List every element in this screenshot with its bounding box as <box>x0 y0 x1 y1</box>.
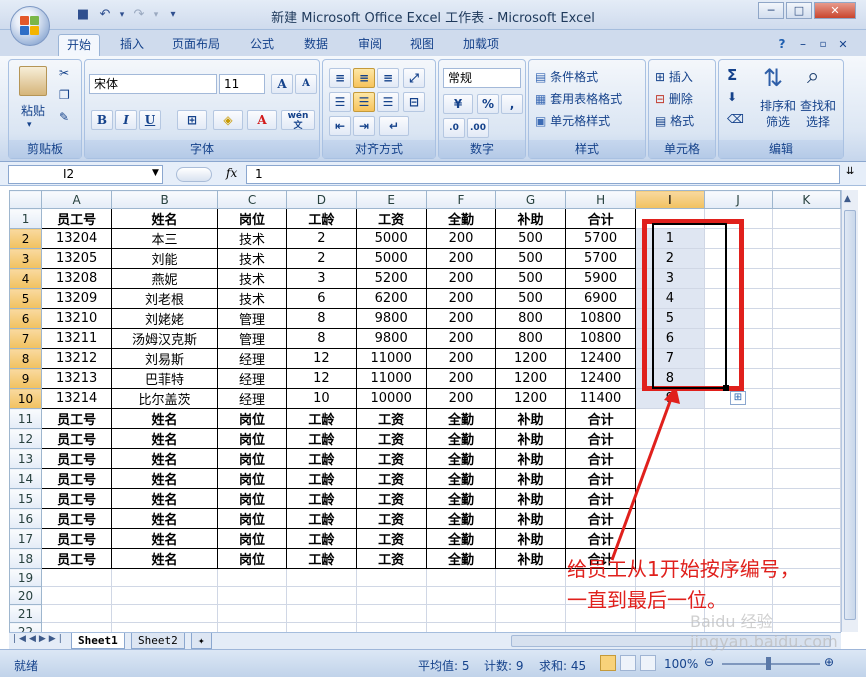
annotation-text: 给员工从1开始按序编号， 一直到最后一位。 <box>567 554 866 616</box>
watermark: Baidu 经验 jingyan.baidu.com <box>690 612 838 651</box>
office-logo-icon <box>20 16 40 36</box>
fill-handle[interactable] <box>723 385 729 391</box>
office-button[interactable] <box>10 6 50 46</box>
annotation-line-1: 给员工从1开始按序编号， <box>567 557 800 581</box>
auto-fill-options-icon[interactable]: ⊞ <box>730 391 746 405</box>
